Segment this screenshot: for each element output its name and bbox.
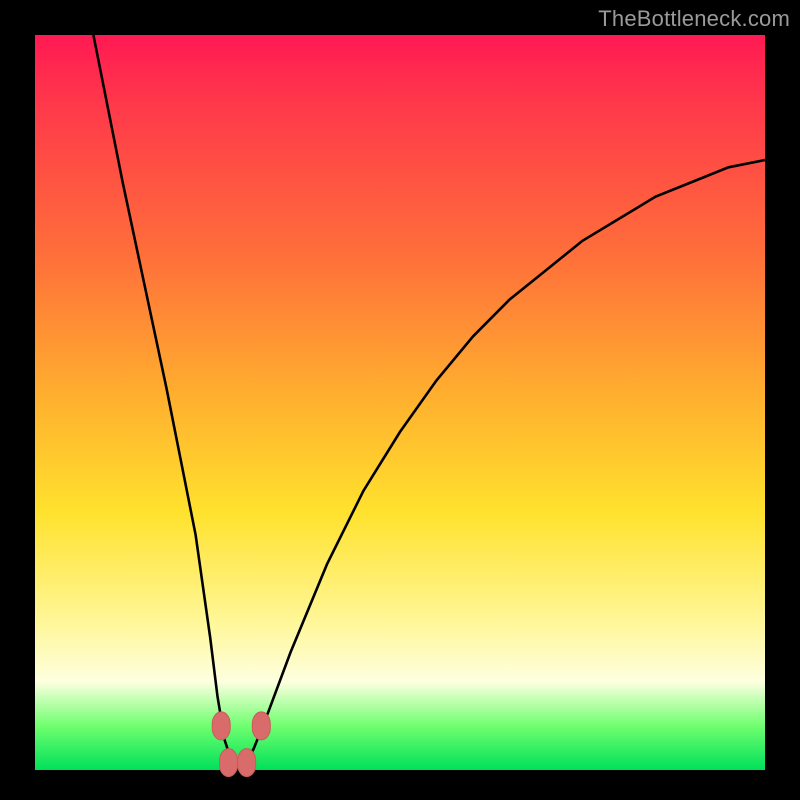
marker-optimum-left xyxy=(212,712,230,740)
bottleneck-curve-svg xyxy=(35,35,765,770)
optimum-markers xyxy=(212,712,270,777)
marker-optimum-min-b xyxy=(238,749,256,777)
marker-optimum-right xyxy=(252,712,270,740)
bottleneck-curve xyxy=(93,35,765,770)
chart-frame: TheBottleneck.com xyxy=(0,0,800,800)
watermark-text: TheBottleneck.com xyxy=(598,6,790,32)
marker-optimum-min-a xyxy=(220,749,238,777)
plot-area xyxy=(35,35,765,770)
